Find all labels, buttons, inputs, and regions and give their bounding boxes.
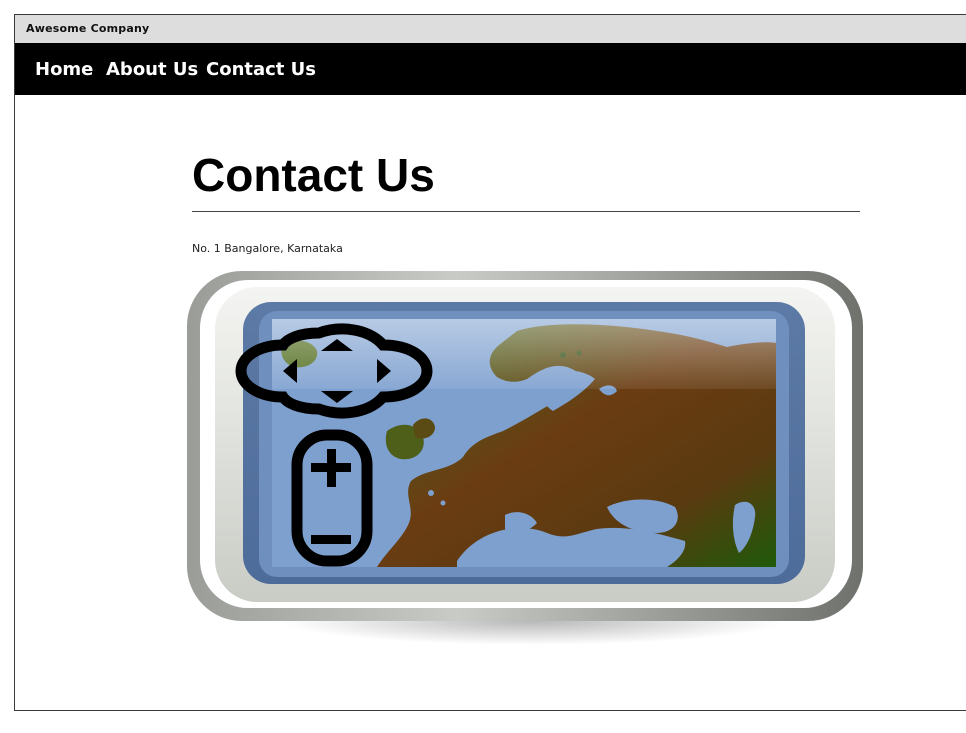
title-divider — [192, 211, 860, 212]
app-title: Awesome Company — [26, 22, 150, 35]
map-tablet-icon — [187, 271, 863, 645]
browser-window: Awesome Company Home About Us Contact Us… — [14, 14, 966, 711]
nav-about-link[interactable]: About Us — [106, 59, 198, 80]
nav-home-link[interactable]: Home — [35, 59, 93, 80]
top-nav: Home About Us Contact Us — [15, 43, 966, 95]
title-bar: Awesome Company — [15, 15, 966, 44]
nav-contact-link[interactable]: Contact Us — [206, 59, 316, 80]
page-title: Contact Us — [192, 149, 435, 201]
address-text: No. 1 Bangalore, Karnataka — [192, 242, 343, 255]
